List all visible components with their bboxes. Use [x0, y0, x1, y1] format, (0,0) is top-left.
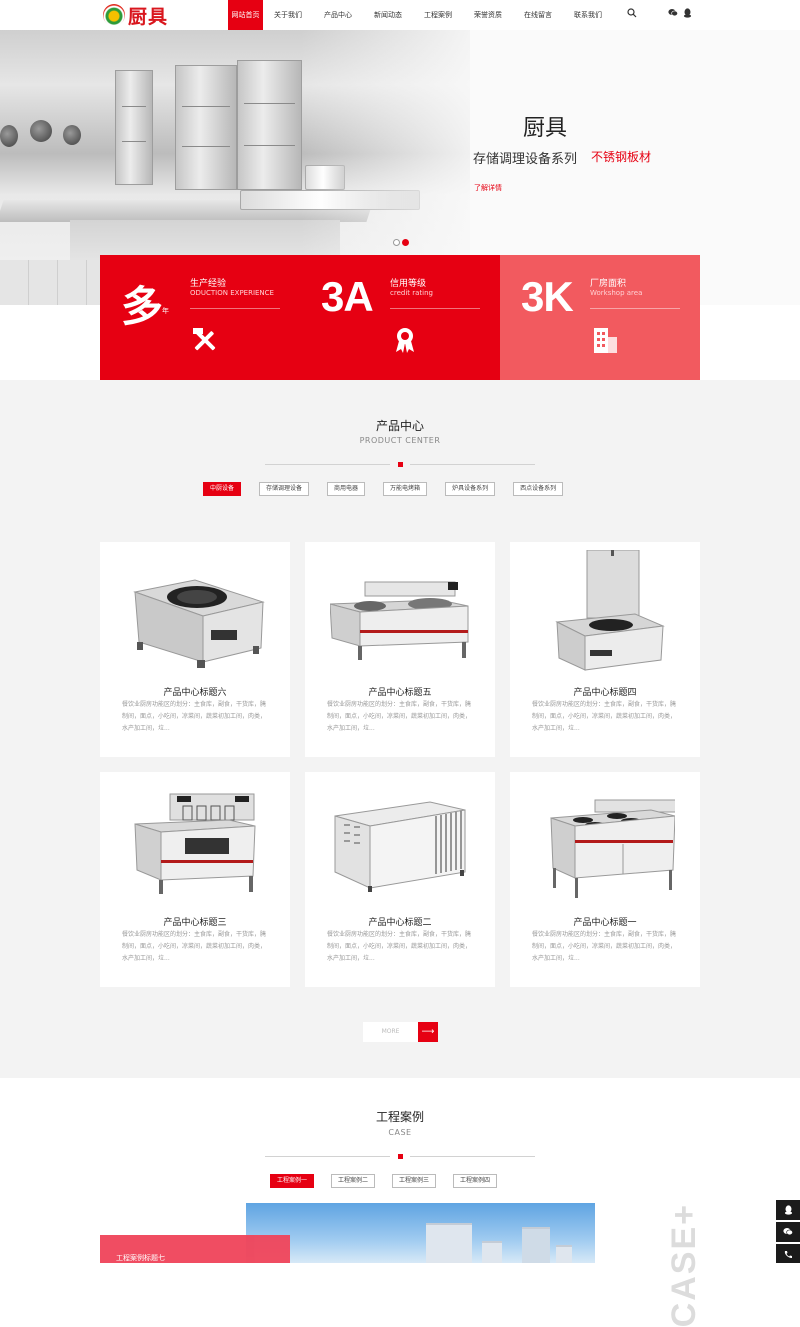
product-description: 餐饮业厨房功能区的划分：主食库，副食，干货库，腌制间，面点，小吃间，凉菜间，蔬菜… — [327, 931, 472, 962]
stat-label: 信用等级 — [390, 279, 427, 289]
hero-detail-link[interactable]: 了解详情 — [474, 183, 502, 193]
logo-text: 厨具 — [128, 5, 169, 28]
tab-kitchen-equipment[interactable]: 中厨设备 — [203, 482, 242, 496]
product-title: 产品中心标题三 — [163, 918, 227, 928]
nav-item-contact[interactable]: 联系我们 — [563, 0, 613, 30]
product-card[interactable]: 产品中心标题一 餐饮业厨房功能区的划分：主食库，副食，干货库，腌制间，面点，小吃… — [510, 772, 700, 987]
stat-workshop: 3K 厂房面积 Workshop area — [500, 255, 700, 380]
section-title-en: PRODUCT CENTER — [359, 436, 441, 445]
product-description: 餐饮业厨房功能区的划分：主食库，副食，干货库，腌制间，面点，小吃间，凉菜间，蔬菜… — [532, 931, 677, 962]
logo[interactable]: 厨具 — [103, 3, 169, 28]
nav-item-about[interactable]: 关于我们 — [263, 0, 313, 30]
side-phone-icon[interactable] — [776, 1244, 800, 1263]
tab-case-4[interactable]: 工程案例四 — [453, 1174, 498, 1188]
product-description: 餐饮业厨房功能区的划分：主食库，副食，干货库，腌制间，面点，小吃间，凉菜间，蔬菜… — [327, 701, 472, 732]
section-title: 产品中心 — [375, 419, 424, 433]
tab-stove-series[interactable]: 炉具设备系列 — [445, 482, 496, 496]
qq-icon[interactable] — [683, 8, 692, 21]
case-section-title-en: CASE — [388, 1128, 412, 1137]
tab-case-2[interactable]: 工程案例二 — [331, 1174, 376, 1188]
tab-case-1[interactable]: 工程案例一 — [270, 1174, 315, 1188]
stat-label-en: ODUCTION EXPERIENCE — [190, 289, 274, 297]
case-tabs: 工程案例一 工程案例二 工程案例三 工程案例四 — [270, 1174, 498, 1188]
stat-label: 生产经验 — [190, 279, 227, 289]
building-icon — [590, 325, 620, 355]
product-title: 产品中心标题二 — [368, 918, 432, 928]
hero-title: 厨具 — [523, 116, 568, 141]
product-image — [535, 780, 686, 905]
nav-item-cases[interactable]: 工程案例 — [413, 0, 463, 30]
product-image — [330, 780, 470, 905]
product-description: 餐饮业厨房功能区的划分：主食库，副食，干货库，腌制间，面点，小吃间，凉菜间，蔬菜… — [122, 931, 267, 962]
product-image — [125, 550, 265, 675]
nav-item-honors[interactable]: 荣誉资质 — [463, 0, 513, 30]
photo-wok — [0, 125, 18, 147]
photo-steamer-cabinet — [175, 65, 237, 190]
tab-bakery-series[interactable]: 西点设备系列 — [513, 482, 564, 496]
product-tabs: 中厨设备 存储调理设备 商用电器 万能电烤箱 炉具设备系列 西点设备系列 — [203, 482, 564, 496]
slider-dot-2[interactable] — [402, 239, 409, 246]
logo-emblem-icon — [103, 4, 125, 26]
more-button[interactable]: MORE ⟶ — [363, 1022, 438, 1042]
product-card[interactable]: 产品中心标题四 餐饮业厨房功能区的划分：主食库，副食，干货库，腌制间，面点，小吃… — [510, 542, 700, 757]
stat-label: 厂房面积 — [590, 279, 627, 289]
tools-icon — [190, 325, 220, 355]
case-deco-text: CASE+ — [665, 1203, 703, 1327]
product-card[interactable]: 产品中心标题五 餐饮业厨房功能区的划分：主食库，副食，干货库，腌制间，面点，小吃… — [305, 542, 495, 757]
product-card[interactable]: 产品中心标题六 餐饮业厨房功能区的划分：主食库，副食，干货库，腌制间，面点，小吃… — [100, 542, 290, 757]
product-image — [125, 780, 265, 905]
arrow-right-icon: ⟶ — [418, 1022, 438, 1042]
case-photo[interactable] — [246, 1203, 595, 1263]
tab-storage-equipment[interactable]: 存储调理设备 — [259, 482, 310, 496]
award-icon — [390, 325, 420, 355]
photo-cabinet — [115, 70, 153, 185]
stat-experience: 多 年 生产经验 ODUCTION EXPERIENCE — [100, 255, 300, 380]
product-card[interactable]: 产品中心标题二 餐饮业厨房功能区的划分：主食库，副食，干货库，腌制间，面点，小吃… — [305, 772, 495, 987]
tab-case-3[interactable]: 工程案例三 — [392, 1174, 437, 1188]
case-featured-label[interactable]: 工程案例标题七 — [100, 1235, 290, 1263]
side-wechat-icon[interactable] — [776, 1222, 800, 1242]
case-section-title: 工程案例 — [375, 1110, 424, 1124]
stat-unit: 年 — [162, 307, 169, 315]
hero-subtitle-accent: 不锈钢板材 — [591, 150, 652, 164]
wechat-icon[interactable] — [668, 8, 678, 20]
hero-subtitle: 存储调理设备系列 — [473, 152, 578, 167]
product-description: 餐饮业厨房功能区的划分：主食库，副食，干货库，腌制间，面点，小吃间，凉菜间，蔬菜… — [532, 701, 677, 732]
product-title: 产品中心标题四 — [573, 688, 637, 698]
nav-item-home[interactable]: 网站首页 — [228, 0, 263, 30]
case-featured-title: 工程案例标题七 — [116, 1254, 165, 1262]
stat-label-en: credit rating — [390, 289, 433, 297]
product-image — [329, 550, 470, 675]
nav-item-message[interactable]: 在线留言 — [513, 0, 563, 30]
product-card[interactable]: 产品中心标题三 餐饮业厨房功能区的划分：主食库，副食，干货库，腌制间，面点，小吃… — [100, 772, 290, 987]
tab-electric-oven[interactable]: 万能电烤箱 — [383, 482, 428, 496]
nav-item-products[interactable]: 产品中心 — [313, 0, 363, 30]
product-title: 产品中心标题一 — [573, 918, 637, 928]
side-qq-icon[interactable] — [776, 1200, 800, 1220]
stat-value: 3K — [521, 273, 574, 320]
more-label: MORE — [363, 1022, 418, 1042]
main-nav: 网站首页 关于我们 产品中心 新闻动态 工程案例 荣誉资质 在线留言 联系我们 — [228, 0, 613, 30]
stat-value: 多 — [121, 283, 163, 330]
photo-wok-3 — [63, 125, 81, 145]
tab-commercial-appliances[interactable]: 商用电器 — [327, 482, 366, 496]
stats-bar: 多 年 生产经验 ODUCTION EXPERIENCE 3A 信用等级 cre… — [100, 255, 700, 380]
photo-wok-2 — [30, 120, 52, 142]
stat-label-en: Workshop area — [590, 289, 643, 297]
product-description: 餐饮业厨房功能区的划分：主食库，副食，干货库，腌制间，面点，小吃间，凉菜间，蔬菜… — [122, 701, 267, 732]
nav-item-news[interactable]: 新闻动态 — [363, 0, 413, 30]
search-icon[interactable] — [627, 8, 637, 21]
product-image — [535, 549, 675, 675]
product-title: 产品中心标题五 — [368, 688, 432, 698]
product-title: 产品中心标题六 — [163, 688, 227, 698]
stat-value: 3A — [321, 273, 374, 320]
stat-credit: 3A 信用等级 credit rating — [300, 255, 500, 380]
slider-dot-1[interactable] — [393, 239, 400, 246]
site-header: 厨具 网站首页 关于我们 产品中心 新闻动态 工程案例 荣誉资质 在线留言 联系… — [0, 0, 800, 30]
photo-steamer-cabinet-2 — [237, 60, 302, 190]
